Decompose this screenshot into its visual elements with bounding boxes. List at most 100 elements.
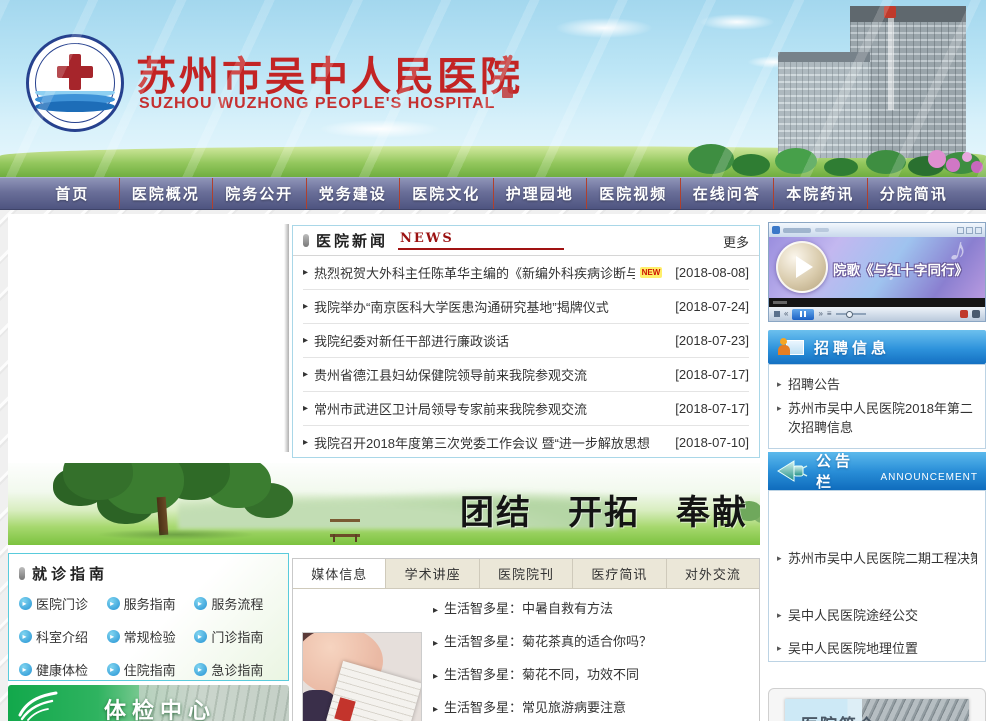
video-screen: ♪ ♪ 院歌《与红十字同行》 xyxy=(769,237,985,298)
guide-item-service-flow[interactable]: 服务流程 xyxy=(194,594,282,613)
news-title-en: NEWS xyxy=(398,231,564,250)
recruit-title: 招聘信息 xyxy=(814,337,890,358)
media-item[interactable]: 生活智多星：菊花茶真的适合你吗？ xyxy=(433,625,751,658)
playlist-button[interactable]: ≡ xyxy=(827,307,832,321)
news-item[interactable]: 我院举办“南京医科大学医患沟通研究基地”揭牌仪式 [2018-07-24] xyxy=(303,290,749,324)
news-item-title[interactable]: 常州市武进区卫计局领导专家前来我院参观交流 xyxy=(314,399,667,418)
nav-item-public-affairs[interactable]: 院务公开 xyxy=(212,178,306,209)
nav-item-party-building[interactable]: 党务建设 xyxy=(306,178,400,209)
next-button[interactable]: » xyxy=(818,307,822,321)
tab-academic-lecture[interactable]: 学术讲座 xyxy=(386,559,479,588)
megaphone-icon xyxy=(776,458,808,484)
play-button[interactable] xyxy=(776,241,828,293)
nav-item-culture[interactable]: 医院文化 xyxy=(399,178,493,209)
announcement-title: 公告栏 xyxy=(816,450,872,492)
pause-button[interactable] xyxy=(792,309,814,320)
nav-item-pharmacy-news[interactable]: 本院药讯 xyxy=(773,178,867,209)
announcement-item[interactable]: 吴中人民医院地理位置 xyxy=(777,639,977,658)
nav-item-nursing[interactable]: 护理园地 xyxy=(493,178,587,209)
announcement-title-en: ANNOUNCEMENT xyxy=(880,472,978,483)
announcement-header: 公告栏 ANNOUNCEMENT xyxy=(768,452,986,490)
circle-arrow-icon xyxy=(107,597,120,610)
announcement-item[interactable]: 吴中人民医院途经公交 xyxy=(777,606,977,625)
guide-item-routine-tests[interactable]: 常规检验 xyxy=(107,627,195,646)
tab-external-exchange[interactable]: 对外交流 xyxy=(667,559,759,588)
guide-item-departments[interactable]: 科室介绍 xyxy=(19,627,107,646)
nav-item-home[interactable]: 首页 xyxy=(26,178,119,209)
tab-medical-brief[interactable]: 医疗简讯 xyxy=(573,559,666,588)
guide-item-health-checkup[interactable]: 健康体检 xyxy=(19,660,107,679)
guide-title: 就诊指南 xyxy=(32,563,108,584)
tree-shadow xyxy=(96,529,256,540)
guide-item-outpatient-guide[interactable]: 门诊指南 xyxy=(194,627,282,646)
news-item[interactable]: 我院纪委对新任干部进行廉政谈话 [2018-07-23] xyxy=(303,324,749,358)
news-item-date: [2018-07-17] xyxy=(675,367,749,382)
prev-button[interactable]: « xyxy=(784,307,788,321)
nav-item-branch-news[interactable]: 分院简讯 xyxy=(867,178,961,209)
news-item-title[interactable]: 贵州省德江县妇幼保健院领导前来我院参观交流 xyxy=(314,365,667,384)
news-item[interactable]: 贵州省德江县妇幼保健院领导前来我院参观交流 [2018-07-17] xyxy=(303,358,749,392)
intro-title: 医院简介 xyxy=(801,711,877,721)
news-item[interactable]: 常州市武进区卫计局领导专家前来我院参观交流 [2018-07-17] xyxy=(303,392,749,426)
more-link[interactable]: 更多 xyxy=(723,232,749,251)
wave-icon xyxy=(35,91,115,119)
volume-slider[interactable] xyxy=(836,313,866,315)
intro-image: 医院简介 xyxy=(785,699,969,721)
nav-item-online-qa[interactable]: 在线问答 xyxy=(680,178,774,209)
news-item-date: [2018-07-10] xyxy=(675,435,749,450)
circle-arrow-icon xyxy=(19,597,32,610)
video-controls: « » ≡ xyxy=(769,307,985,321)
bullet-icon xyxy=(19,567,25,580)
exam-center-banner[interactable]: 体检中心 xyxy=(8,685,289,721)
news-list: 热烈祝贺大外科主任陈革华主编的《新编外科疾病诊断与治 NEW [2018-08-… xyxy=(293,256,759,459)
media-item[interactable]: 生活智多星：菊花不同，功效不同 xyxy=(433,658,751,691)
signature-seal xyxy=(494,54,520,98)
news-item-title[interactable]: 热烈祝贺大外科主任陈革华主编的《新编外科疾病诊断与治 xyxy=(314,263,635,282)
video-titlebar xyxy=(769,223,985,237)
announcement-item[interactable]: 苏州市吴中人民医院二期工程决策事 xyxy=(777,549,977,568)
news-item[interactable]: 我院召开2018年度第三次党委工作会议 暨“进一步解放思想 [2018-07-1… xyxy=(303,426,749,459)
media-item[interactable]: 生活智多星：常见旅游病要注意 xyxy=(433,691,751,721)
video-caption: 院歌《与红十字同行》 xyxy=(833,259,968,279)
news-item-date: [2018-07-23] xyxy=(675,333,749,348)
nav-item-video[interactable]: 医院视频 xyxy=(586,178,680,209)
guide-item-emergency-guide[interactable]: 急诊指南 xyxy=(194,660,282,679)
news-item-title[interactable]: 我院召开2018年度第三次党委工作会议 暨“进一步解放思想 xyxy=(314,433,667,452)
news-item-date: [2018-08-08] xyxy=(675,265,749,280)
nav-item-overview[interactable]: 医院概况 xyxy=(119,178,213,209)
player-name-placeholder xyxy=(783,228,811,233)
close-icon[interactable] xyxy=(975,227,982,234)
media-photo xyxy=(302,632,422,721)
tab-hospital-journal[interactable]: 医院院刊 xyxy=(480,559,573,588)
guide-item-outpatient[interactable]: 医院门诊 xyxy=(19,594,107,613)
circle-arrow-icon xyxy=(107,663,120,676)
stop-button[interactable] xyxy=(774,311,780,317)
new-badge: NEW xyxy=(640,267,663,278)
bench-illustration xyxy=(330,519,360,537)
grass-illustration xyxy=(0,146,986,177)
guide-header: 就诊指南 xyxy=(9,554,288,586)
minimize-icon[interactable] xyxy=(957,227,964,234)
guide-grid: 医院门诊 服务指南 服务流程 科室介绍 常规检验 门诊指南 健康体检 住院指南 … xyxy=(9,586,288,679)
media-item[interactable]: 生活智多星：中暑自救有方法 xyxy=(433,592,751,625)
intro-panel[interactable]: 医院简介 xyxy=(768,688,986,721)
guide-item-service-guide[interactable]: 服务指南 xyxy=(107,594,195,613)
news-item-title[interactable]: 我院举办“南京医科大学医患沟通研究基地”揭牌仪式 xyxy=(314,297,667,316)
tab-media-info[interactable]: 媒体信息 xyxy=(293,559,386,588)
guide-item-inpatient-guide[interactable]: 住院指南 xyxy=(107,660,195,679)
settings-button[interactable] xyxy=(972,310,980,318)
media-tab-panel: 媒体信息 学术讲座 医院院刊 医疗简讯 对外交流 生活智多星：中暑自救有方法 生… xyxy=(292,558,760,721)
news-item-title[interactable]: 我院纪委对新任干部进行廉政谈话 xyxy=(314,331,667,350)
flowers-illustration xyxy=(928,148,986,177)
building-sign-strip xyxy=(888,18,894,110)
tree-illustration xyxy=(63,463,133,500)
cloud-illustration xyxy=(556,18,652,38)
circle-arrow-icon xyxy=(194,663,207,676)
recruit-item[interactable]: 苏州市吴中人民医院2018年第二次招聘信息 xyxy=(777,399,977,437)
recruit-item[interactable]: 招聘公告 xyxy=(777,375,977,394)
record-button[interactable] xyxy=(960,310,968,318)
news-item[interactable]: 热烈祝贺大外科主任陈革华主编的《新编外科疾病诊断与治 NEW [2018-08-… xyxy=(303,256,749,290)
slogan-banner: 团结 开拓 奉献 xyxy=(8,463,760,545)
circle-arrow-icon xyxy=(107,630,120,643)
maximize-icon[interactable] xyxy=(966,227,973,234)
